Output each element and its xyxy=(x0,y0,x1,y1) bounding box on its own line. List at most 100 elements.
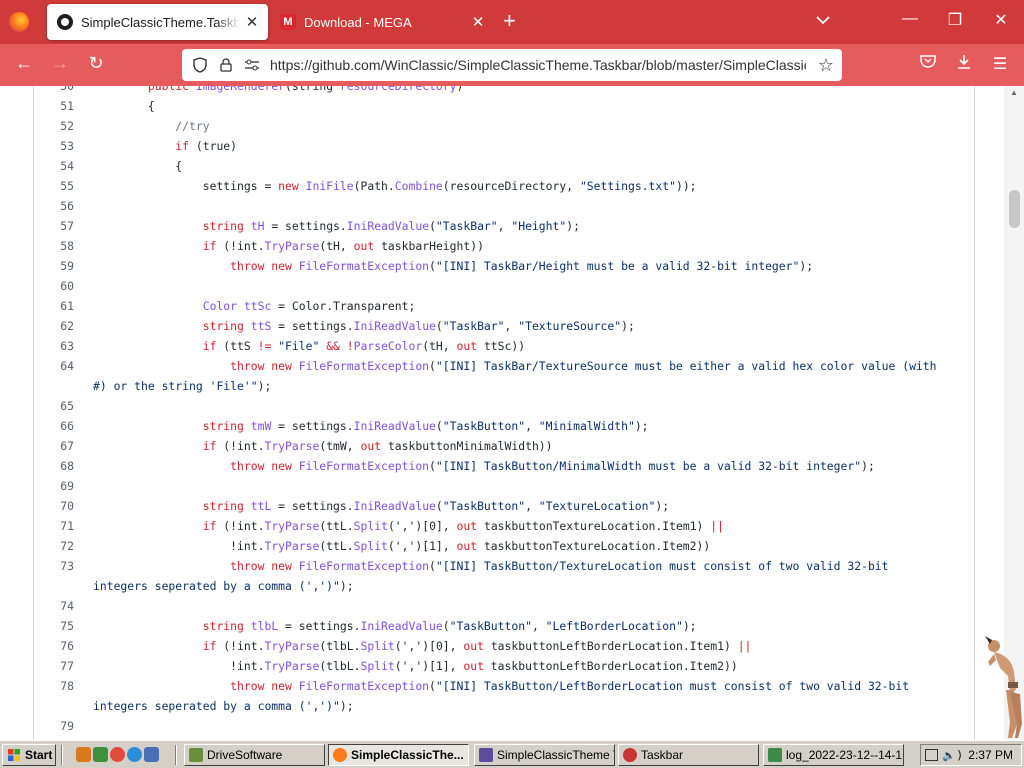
scroll-up-arrow-icon[interactable]: ▲ xyxy=(1010,88,1018,97)
code-token: ( xyxy=(435,319,443,333)
reload-icon[interactable]: ↻ xyxy=(84,53,108,74)
code-token: ); xyxy=(621,319,635,333)
code-token: "[INI] TaskButton/LeftBorderLocation mus… xyxy=(435,679,910,693)
code-line: 71 if (!int.TryParse(ttL.Split(',')[0], … xyxy=(34,516,974,536)
code-text: if (!int.TryParse(tlbL.Split(',')[0], ou… xyxy=(93,636,752,656)
line-number[interactable]: 74 xyxy=(34,596,74,616)
network-icon[interactable] xyxy=(925,749,938,761)
pocket-icon[interactable] xyxy=(916,54,940,73)
line-number[interactable]: 79 xyxy=(34,716,74,736)
code-token: && xyxy=(326,339,340,353)
line-number[interactable]: 50 xyxy=(34,86,74,96)
line-number[interactable]: 75 xyxy=(34,616,74,636)
lock-icon[interactable] xyxy=(218,57,234,73)
code-token: "TaskButton" xyxy=(442,419,526,433)
code-line: 74 xyxy=(34,596,974,616)
line-number[interactable]: 77 xyxy=(34,656,74,676)
new-tab-plus-icon[interactable]: + xyxy=(503,10,516,32)
code-token: ! xyxy=(346,339,354,353)
tab-github[interactable]: SimpleClassicTheme.Taskbar/ImageRenderer… xyxy=(47,4,268,40)
hamburger-menu-icon[interactable]: ☰ xyxy=(988,54,1012,74)
edge-quicklaunch-icon[interactable] xyxy=(127,747,142,762)
line-number[interactable]: 78 xyxy=(34,676,74,696)
line-number[interactable]: 57 xyxy=(34,216,74,236)
line-number[interactable]: 65 xyxy=(34,396,74,416)
code-token: "MinimalWidth" xyxy=(538,419,635,433)
chrome-quicklaunch-icon[interactable] xyxy=(110,747,125,762)
taskbar-button-visual-studio[interactable]: SimpleClassicTheme T... xyxy=(474,744,615,766)
code-line: 75 string tlbL = settings.IniReadValue("… xyxy=(34,616,974,636)
code-text: { xyxy=(93,156,182,176)
downloads-icon[interactable] xyxy=(952,54,976,75)
code-line: 57 string tH = settings.IniReadValue("Ta… xyxy=(34,216,974,236)
line-number[interactable]: 53 xyxy=(34,136,74,156)
line-number[interactable]: 52 xyxy=(34,116,74,136)
tracking-protection-shield-icon[interactable] xyxy=(192,57,208,73)
line-number[interactable]: 60 xyxy=(34,276,74,296)
code-text: if (!int.TryParse(ttL.Split(',')[0], out… xyxy=(93,516,724,536)
line-number[interactable]: 71 xyxy=(34,516,74,536)
restore-window-icon[interactable]: ❐ xyxy=(940,10,970,30)
line-number[interactable]: 69 xyxy=(34,476,74,496)
code-token: ImageRenderer xyxy=(195,86,286,93)
line-number[interactable]: 67 xyxy=(34,436,74,456)
line-number[interactable]: 63 xyxy=(34,336,74,356)
clock[interactable]: 2:37 PM xyxy=(968,748,1013,762)
back-arrow-icon[interactable]: ← xyxy=(12,53,36,74)
code-line: 79 xyxy=(34,716,974,736)
address-bar[interactable]: https://github.com/WinClassic/SimpleClas… xyxy=(182,49,842,81)
search-quicklaunch-icon[interactable] xyxy=(76,747,91,762)
code-viewer: 50 public ImageRenderer(string resourceD… xyxy=(33,86,975,740)
code-line: 76 if (!int.TryParse(tlbL.Split(',')[0],… xyxy=(34,636,974,656)
scroll-thumb[interactable] xyxy=(1009,190,1020,228)
desktop-mascot-figure[interactable] xyxy=(980,632,1024,740)
code-token: "TaskButton" xyxy=(449,619,532,633)
code-token: out xyxy=(463,659,491,673)
url-text[interactable]: https://github.com/WinClassic/SimpleClas… xyxy=(270,57,806,73)
code-token: TryParse xyxy=(264,539,320,553)
line-number[interactable]: 58 xyxy=(34,236,74,256)
close-tab-icon[interactable]: ✕ xyxy=(240,13,264,31)
line-number[interactable]: 56 xyxy=(34,196,74,216)
code-token: (true) xyxy=(189,139,238,153)
line-number[interactable]: 54 xyxy=(34,156,74,176)
bookmark-star-icon[interactable]: ☆ xyxy=(818,55,834,76)
explorer-quicklaunch-icon[interactable] xyxy=(144,747,159,762)
line-number[interactable]: 73 xyxy=(34,556,74,576)
close-tab-icon[interactable]: ✕ xyxy=(466,13,490,31)
line-number[interactable]: 64 xyxy=(34,356,74,376)
code-token: (!int. xyxy=(216,439,265,453)
close-window-icon[interactable]: ✕ xyxy=(986,10,1016,30)
minimize-window-icon[interactable]: — xyxy=(895,10,925,28)
forward-arrow-icon[interactable]: → xyxy=(48,53,72,74)
list-all-tabs-chevron-icon[interactable] xyxy=(816,12,830,28)
line-number[interactable]: 68 xyxy=(34,456,74,476)
line-number[interactable]: 66 xyxy=(34,416,74,436)
line-number[interactable]: 62 xyxy=(34,316,74,336)
line-number[interactable]: 70 xyxy=(34,496,74,516)
line-number[interactable]: 55 xyxy=(34,176,74,196)
taskbar-button-firefox[interactable]: SimpleClassicThe... xyxy=(328,744,469,766)
volume-icon[interactable]: 🔈 xyxy=(942,749,956,762)
line-number[interactable]: 59 xyxy=(34,256,74,276)
start-button[interactable]: Start xyxy=(2,744,56,766)
code-token: IniReadValue xyxy=(353,499,436,513)
site-permissions-icon[interactable] xyxy=(244,57,260,73)
line-number[interactable]: 51 xyxy=(34,96,74,116)
tools-quicklaunch-icon[interactable] xyxy=(93,747,108,762)
code-text: !int.TryParse(tlbL.Split(',')[1], out ta… xyxy=(93,656,738,676)
taskbar-button-drivesoftware[interactable]: DriveSoftware xyxy=(184,744,325,766)
code-line: 62 string ttS = settings.IniReadValue("T… xyxy=(34,316,974,336)
firefox-logo-icon[interactable] xyxy=(9,12,29,32)
line-number[interactable]: 72 xyxy=(34,536,74,556)
line-number[interactable]: 76 xyxy=(34,636,74,656)
firefox-icon xyxy=(333,748,347,762)
code-text: string tlbL = settings.IniReadValue("Tas… xyxy=(93,616,697,636)
tab-mega[interactable]: M Download - MEGA ✕ xyxy=(270,4,494,40)
taskbar-button-log[interactable]: log_2022-23-12--14-1... xyxy=(763,744,904,766)
taskbar-button-taskbar[interactable]: Taskbar xyxy=(618,744,759,766)
code-text: throw new FileFormatException("[INI] Tas… xyxy=(93,556,888,576)
line-number[interactable]: 61 xyxy=(34,296,74,316)
